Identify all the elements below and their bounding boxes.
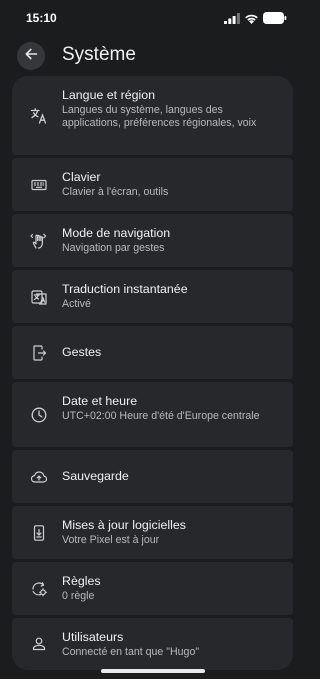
setting-description: Langues du système, langues des applicat…: [62, 104, 257, 129]
setting-description: Votre Pixel est à jour: [62, 534, 160, 546]
setting-traduction-instantanee[interactable]: Traduction instantanée Activé: [12, 270, 293, 323]
setting-clavier[interactable]: Clavier Clavier à l'écran, outils: [12, 158, 293, 211]
setting-date-et-heure[interactable]: Date et heure UTC+02:00 Heure d'été d'Eu…: [12, 382, 293, 447]
setting-label: Sauvegarde: [62, 469, 129, 483]
setting-sauvegarde[interactable]: Sauvegarde: [12, 450, 293, 503]
phone-gesture-icon: [30, 344, 48, 362]
home-indicator[interactable]: [101, 669, 205, 673]
setting-label: Utilisateurs: [62, 630, 124, 644]
setting-mode-de-navigation[interactable]: Mode de navigation Navigation par gestes: [12, 214, 293, 267]
setting-description: Navigation par gestes: [62, 242, 165, 254]
setting-label: Mises à jour logicielles: [62, 518, 186, 532]
battery-icon: [263, 11, 287, 29]
setting-langue-et-region[interactable]: Langue et région Langues du système, lan…: [12, 76, 293, 155]
clock-icon: [30, 406, 48, 424]
setting-label: Gestes: [62, 345, 102, 359]
status-bar: 15:10: [0, 0, 305, 34]
setting-utilisateurs[interactable]: Utilisateurs Connecté en tant que "Hugo": [12, 618, 293, 670]
page-title: Système: [62, 44, 136, 65]
gesture-hand-icon: [30, 232, 48, 250]
setting-gestes[interactable]: Gestes: [12, 326, 293, 379]
translate-icon: [30, 107, 48, 125]
keyboard-icon: [30, 176, 48, 194]
setting-description: Clavier à l'écran, outils: [62, 186, 169, 198]
setting-description: Connecté en tant que "Hugo": [62, 646, 200, 658]
setting-mises-a-jour-logicielles[interactable]: Mises à jour logicielles Votre Pixel est…: [12, 506, 293, 559]
setting-label: Date et heure: [62, 394, 138, 408]
settings-list: Langue et région Langues du système, lan…: [12, 76, 293, 673]
status-time: 15:10: [26, 11, 57, 25]
back-button[interactable]: [17, 42, 45, 70]
system-update-icon: [30, 524, 48, 542]
setting-label: Mode de navigation: [62, 226, 171, 240]
setting-label: Clavier: [62, 170, 101, 184]
arrow-back-icon: [24, 47, 38, 66]
setting-description: UTC+02:00 Heure d'été d'Europe centrale: [62, 410, 260, 422]
setting-description: Activé: [62, 298, 91, 310]
wifi-icon: [244, 11, 259, 29]
setting-label: Langue et région: [62, 88, 156, 102]
top-app-bar: Système: [0, 38, 305, 74]
signal-icon: [224, 11, 240, 29]
cloud-upload-icon: [30, 468, 48, 486]
rules-icon: [30, 580, 48, 598]
setting-regles[interactable]: Règles 0 règle: [12, 562, 293, 615]
setting-label: Traduction instantanée: [62, 282, 188, 296]
status-icons: [224, 11, 287, 29]
setting-description: 0 règle: [62, 590, 95, 602]
person-icon: [30, 635, 48, 653]
setting-label: Règles: [62, 574, 101, 588]
live-translate-icon: [30, 288, 48, 306]
